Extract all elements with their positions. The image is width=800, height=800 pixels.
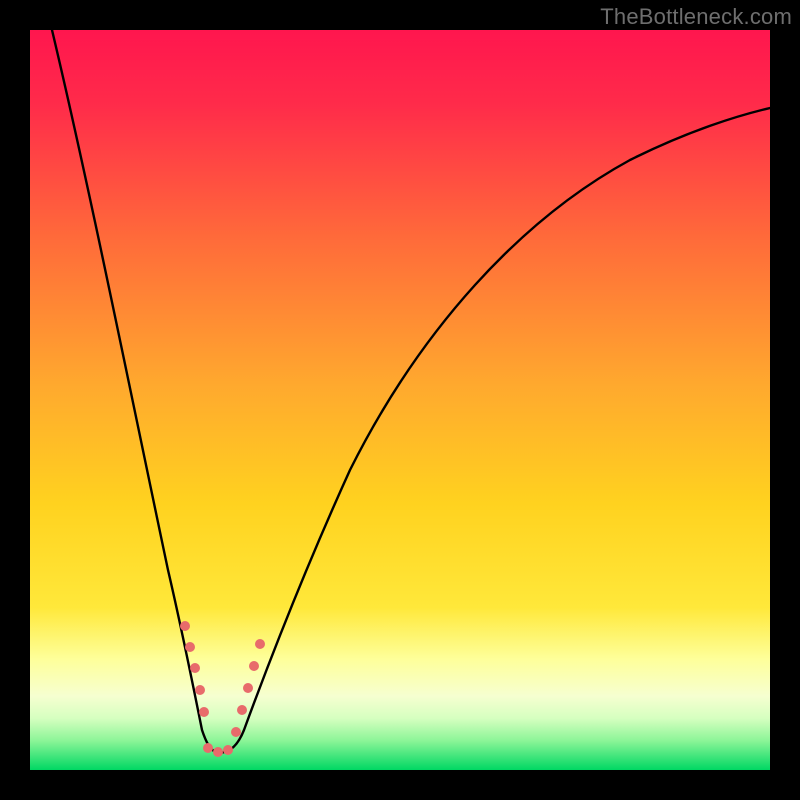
- bottleneck-curve: [30, 30, 770, 770]
- chart-frame: TheBottleneck.com: [0, 0, 800, 800]
- watermark-text: TheBottleneck.com: [600, 4, 792, 30]
- plot-area: [30, 30, 770, 770]
